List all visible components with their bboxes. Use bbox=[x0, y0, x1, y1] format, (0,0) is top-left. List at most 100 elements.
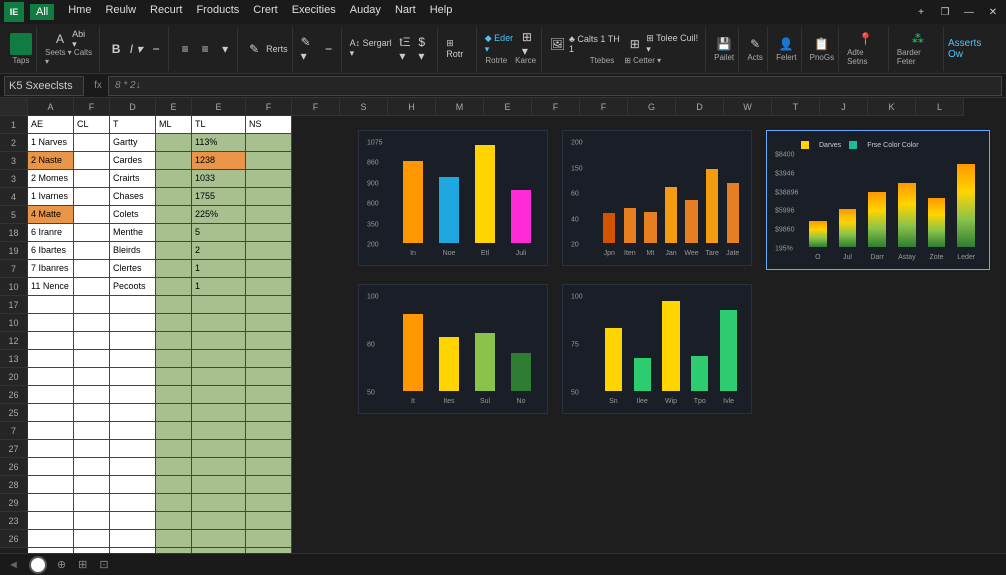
cell[interactable]: TL bbox=[192, 116, 246, 134]
cell[interactable] bbox=[156, 188, 192, 206]
cell[interactable] bbox=[192, 440, 246, 458]
cell[interactable] bbox=[74, 134, 110, 152]
cell[interactable]: AE bbox=[28, 116, 74, 134]
cell[interactable]: 7 Ibanres bbox=[28, 260, 74, 278]
cell[interactable]: 6 Iranre bbox=[28, 224, 74, 242]
row-header[interactable]: 29 bbox=[0, 494, 28, 512]
cell[interactable] bbox=[192, 314, 246, 332]
cell[interactable] bbox=[110, 512, 156, 530]
cell[interactable] bbox=[192, 530, 246, 548]
cell[interactable]: 1033 bbox=[192, 170, 246, 188]
cell[interactable] bbox=[156, 350, 192, 368]
cell[interactable] bbox=[28, 404, 74, 422]
cell[interactable] bbox=[110, 440, 156, 458]
tbl-icon[interactable]: ⊞ bbox=[627, 36, 642, 52]
clip-icon[interactable]: 📋 bbox=[814, 36, 830, 52]
cell[interactable] bbox=[28, 350, 74, 368]
row-header[interactable]: 26 bbox=[0, 530, 28, 548]
cell[interactable] bbox=[192, 368, 246, 386]
win-min-button[interactable]: — bbox=[960, 5, 978, 19]
font-family-dropdown[interactable]: Abi ▾ bbox=[72, 31, 88, 47]
cell[interactable] bbox=[246, 494, 292, 512]
cell[interactable]: Colets bbox=[110, 206, 156, 224]
cell[interactable] bbox=[246, 458, 292, 476]
cell[interactable] bbox=[156, 368, 192, 386]
cell[interactable]: Gartty bbox=[110, 134, 156, 152]
calts-button[interactable]: ♣ Calts 1 TH 1 bbox=[569, 34, 623, 54]
col-header[interactable]: K bbox=[868, 98, 916, 116]
cell[interactable] bbox=[28, 494, 74, 512]
cell[interactable]: 1238 bbox=[192, 152, 246, 170]
col-header[interactable]: E bbox=[484, 98, 532, 116]
col-header[interactable]: F bbox=[246, 98, 292, 116]
filter-button[interactable]: tΞ ▾ bbox=[399, 41, 414, 57]
save-icon[interactable]: 💾 bbox=[716, 36, 732, 52]
cell[interactable] bbox=[246, 188, 292, 206]
row-header[interactable]: 26 bbox=[0, 386, 28, 404]
row-header[interactable]: 20 bbox=[0, 368, 28, 386]
cell[interactable] bbox=[28, 548, 74, 553]
cell[interactable] bbox=[28, 296, 74, 314]
cell[interactable] bbox=[192, 458, 246, 476]
cell[interactable]: 1 Ivarnes bbox=[28, 188, 74, 206]
cell[interactable]: 1 bbox=[192, 260, 246, 278]
align-left-button[interactable]: ≡ bbox=[177, 41, 193, 57]
row-header[interactable]: 13 bbox=[0, 350, 28, 368]
font-size-icon[interactable]: A bbox=[52, 31, 68, 47]
cell[interactable] bbox=[156, 260, 192, 278]
col-header[interactable]: F bbox=[74, 98, 110, 116]
cell[interactable] bbox=[156, 512, 192, 530]
row-header[interactable]: 3 bbox=[0, 152, 28, 170]
cell[interactable] bbox=[156, 476, 192, 494]
underline-button[interactable]: ⎯ bbox=[148, 41, 164, 57]
cell[interactable] bbox=[110, 350, 156, 368]
win-restore-button[interactable]: ❐ bbox=[936, 5, 954, 19]
col-header[interactable]: G bbox=[628, 98, 676, 116]
cell[interactable] bbox=[192, 512, 246, 530]
cell[interactable] bbox=[74, 260, 110, 278]
row-header[interactable]: 19 bbox=[0, 242, 28, 260]
cell[interactable] bbox=[156, 440, 192, 458]
cell[interactable]: T bbox=[110, 116, 156, 134]
col-header[interactable]: F bbox=[292, 98, 340, 116]
cell[interactable] bbox=[246, 206, 292, 224]
cell[interactable] bbox=[246, 530, 292, 548]
cell[interactable] bbox=[246, 224, 292, 242]
cell[interactable] bbox=[74, 404, 110, 422]
tolee-button[interactable]: ⊞ Tolee Cuil! ▾ bbox=[646, 33, 701, 55]
col-header[interactable]: L bbox=[916, 98, 964, 116]
assists-link[interactable]: Asserts Ow bbox=[948, 38, 1000, 60]
cell[interactable] bbox=[74, 548, 110, 553]
cell[interactable]: 11 Nence bbox=[28, 278, 74, 296]
cell[interactable]: Chases bbox=[110, 188, 156, 206]
cell[interactable] bbox=[246, 134, 292, 152]
pin-icon[interactable]: 📍 bbox=[857, 31, 873, 47]
cell[interactable]: Cardes bbox=[110, 152, 156, 170]
col-header[interactable]: M bbox=[436, 98, 484, 116]
cell[interactable] bbox=[246, 314, 292, 332]
cell[interactable] bbox=[28, 512, 74, 530]
cell[interactable] bbox=[156, 170, 192, 188]
cell[interactable] bbox=[156, 152, 192, 170]
align-center-button[interactable]: ≡ bbox=[197, 41, 213, 57]
chart-c4[interactable]: 1008050ItItesSulNo bbox=[358, 284, 548, 414]
row-header[interactable]: 27 bbox=[0, 440, 28, 458]
cell[interactable]: Menthe bbox=[110, 224, 156, 242]
currency-button[interactable]: $ ▾ bbox=[418, 41, 433, 57]
rotr-button[interactable]: ⊞ Rotr bbox=[446, 38, 471, 59]
cell[interactable] bbox=[28, 332, 74, 350]
col-header[interactable]: E bbox=[192, 98, 246, 116]
cell[interactable] bbox=[156, 548, 192, 553]
tab-icon-1[interactable]: ⊕ bbox=[57, 558, 66, 571]
cell[interactable] bbox=[74, 242, 110, 260]
acts-icon[interactable]: ✎ bbox=[747, 36, 763, 52]
chart-c1[interactable]: 1075860900800350200InNoeEtlJuli bbox=[358, 130, 548, 266]
cell[interactable] bbox=[246, 368, 292, 386]
grid-button[interactable]: ⊞ ▾ bbox=[522, 36, 537, 52]
row-header[interactable]: 18 bbox=[0, 224, 28, 242]
cell[interactable] bbox=[110, 296, 156, 314]
cell[interactable] bbox=[74, 386, 110, 404]
cell[interactable] bbox=[192, 296, 246, 314]
menu-nart[interactable]: Nart bbox=[395, 4, 416, 20]
row-header[interactable]: 7 bbox=[0, 422, 28, 440]
